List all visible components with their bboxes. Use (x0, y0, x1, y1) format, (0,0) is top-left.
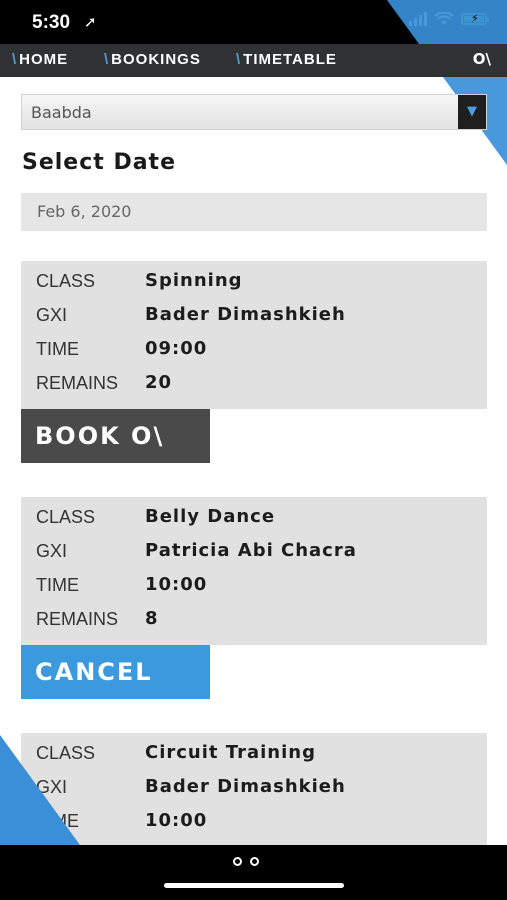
field-label: REMAINS (36, 609, 119, 629)
gxi-row: GXI Bader Dimashkieh (36, 299, 476, 333)
field-label: TIME (36, 575, 79, 595)
remains-row: REMAINS 8 (36, 603, 476, 637)
book-button[interactable]: BOOK O\ (21, 409, 210, 463)
instructor-name: Bader Dimashkieh (145, 776, 346, 797)
field-label: CLASS (36, 271, 96, 291)
dropdown-arrow-icon: ▼ (458, 95, 486, 129)
nav-item-label: HOME (19, 51, 69, 68)
time-row: TIME 09:00 (36, 333, 476, 367)
nav-item-home[interactable]: \ HOME (12, 51, 68, 68)
field-label: GXI (36, 305, 68, 325)
field-label: GXI (36, 541, 68, 561)
nav-item-timetable[interactable]: \ TIMETABLE (236, 51, 337, 68)
page-dots-icon[interactable] (233, 857, 259, 866)
location-arrow-icon: ➚ (84, 13, 97, 31)
corner-decoration-top (387, 0, 507, 165)
bottom-bar (0, 845, 507, 900)
time-row: TIME 10:00 (36, 569, 476, 603)
field-label: TIME (36, 339, 79, 359)
class-name: Circuit Training (145, 742, 316, 763)
cancel-button[interactable]: CANCEL (21, 645, 210, 699)
class-card: CLASS Belly Dance GXI Patricia Abi Chacr… (21, 497, 487, 645)
page-title: Select Date (22, 150, 176, 175)
instructor-name: Patricia Abi Chacra (145, 540, 357, 561)
status-time: 5:30 (32, 12, 71, 33)
brand-logo[interactable]: O\ (473, 50, 491, 68)
nav-slash-icon: \ (12, 51, 18, 68)
nav-slash-icon: \ (236, 51, 242, 68)
class-name: Spinning (145, 270, 243, 291)
nav-item-label: BOOKINGS (111, 51, 201, 68)
field-label: CLASS (36, 507, 96, 527)
date-field[interactable]: Feb 6, 2020 (21, 193, 487, 231)
class-name: Belly Dance (145, 506, 276, 527)
remaining-spots: 20 (145, 372, 173, 393)
class-time: 10:00 (145, 574, 208, 595)
home-indicator[interactable] (164, 883, 344, 888)
top-nav: \ HOME \ BOOKINGS \ TIMETABLE O\ (0, 44, 507, 77)
class-row: CLASS Spinning (36, 265, 476, 299)
nav-item-label: TIMETABLE (243, 51, 337, 68)
nav-slash-icon: \ (104, 51, 110, 68)
remains-row: REMAINS 20 (36, 367, 476, 401)
class-row: CLASS Belly Dance (36, 501, 476, 535)
gxi-row: GXI Patricia Abi Chacra (36, 535, 476, 569)
nav-item-bookings[interactable]: \ BOOKINGS (104, 51, 201, 68)
class-card: CLASS Spinning GXI Bader Dimashkieh TIME… (21, 261, 487, 409)
instructor-name: Bader Dimashkieh (145, 304, 346, 325)
class-time: 09:00 (145, 338, 208, 359)
class-time: 10:00 (145, 810, 208, 831)
remaining-spots: 8 (145, 608, 159, 629)
field-label: REMAINS (36, 373, 119, 393)
location-select[interactable]: Baabda ▼ (21, 94, 487, 130)
location-select-value: Baabda (31, 103, 92, 122)
date-field-value: Feb 6, 2020 (37, 202, 132, 221)
